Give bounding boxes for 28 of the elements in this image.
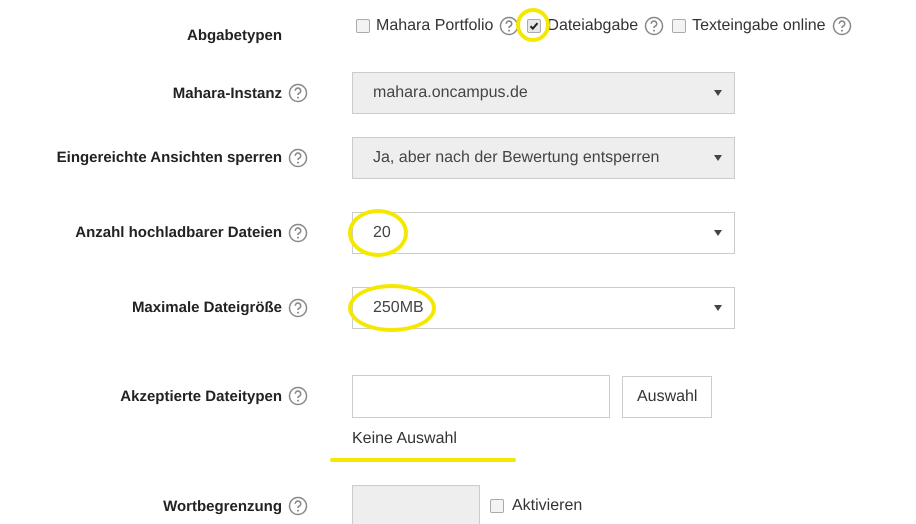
field-label: Maximale Dateigröße — [132, 299, 282, 316]
select-button[interactable]: Auswahl — [622, 376, 712, 418]
help-icon[interactable] — [288, 222, 308, 242]
field-label: Eingereichte Ansichten sperren — [56, 149, 282, 166]
field-label: Abgabetypen — [186, 26, 282, 44]
caret-icon — [714, 90, 722, 96]
field-label: Anzahl hochladbarer Dateien — [75, 224, 282, 241]
select-field[interactable]: 20 — [352, 212, 735, 254]
field-label: Mahara-Instanz — [172, 84, 282, 102]
help-icon[interactable] — [288, 298, 308, 318]
checkbox[interactable] — [527, 19, 542, 33]
checkbox-label: Aktivieren — [512, 497, 582, 515]
help-icon[interactable] — [832, 16, 852, 36]
help-icon[interactable] — [644, 16, 664, 36]
select-field[interactable]: 250MB — [352, 286, 735, 328]
caret-icon — [714, 230, 722, 236]
option-label: Texteingabe online — [692, 17, 826, 35]
help-icon[interactable] — [288, 386, 308, 406]
input-field[interactable] — [352, 375, 610, 418]
option-label: Mahara Portfolio — [376, 17, 494, 35]
checkbox[interactable] — [672, 19, 686, 33]
caret-icon — [714, 154, 722, 160]
checkbox[interactable] — [356, 19, 370, 33]
field-label: Wortbegrenzung — [163, 498, 282, 514]
status-text: Keine Auswahl — [352, 430, 458, 448]
field-label: Akzeptierte Dateitypen — [120, 388, 282, 404]
help-icon[interactable] — [499, 16, 520, 36]
caret-icon — [714, 304, 722, 310]
